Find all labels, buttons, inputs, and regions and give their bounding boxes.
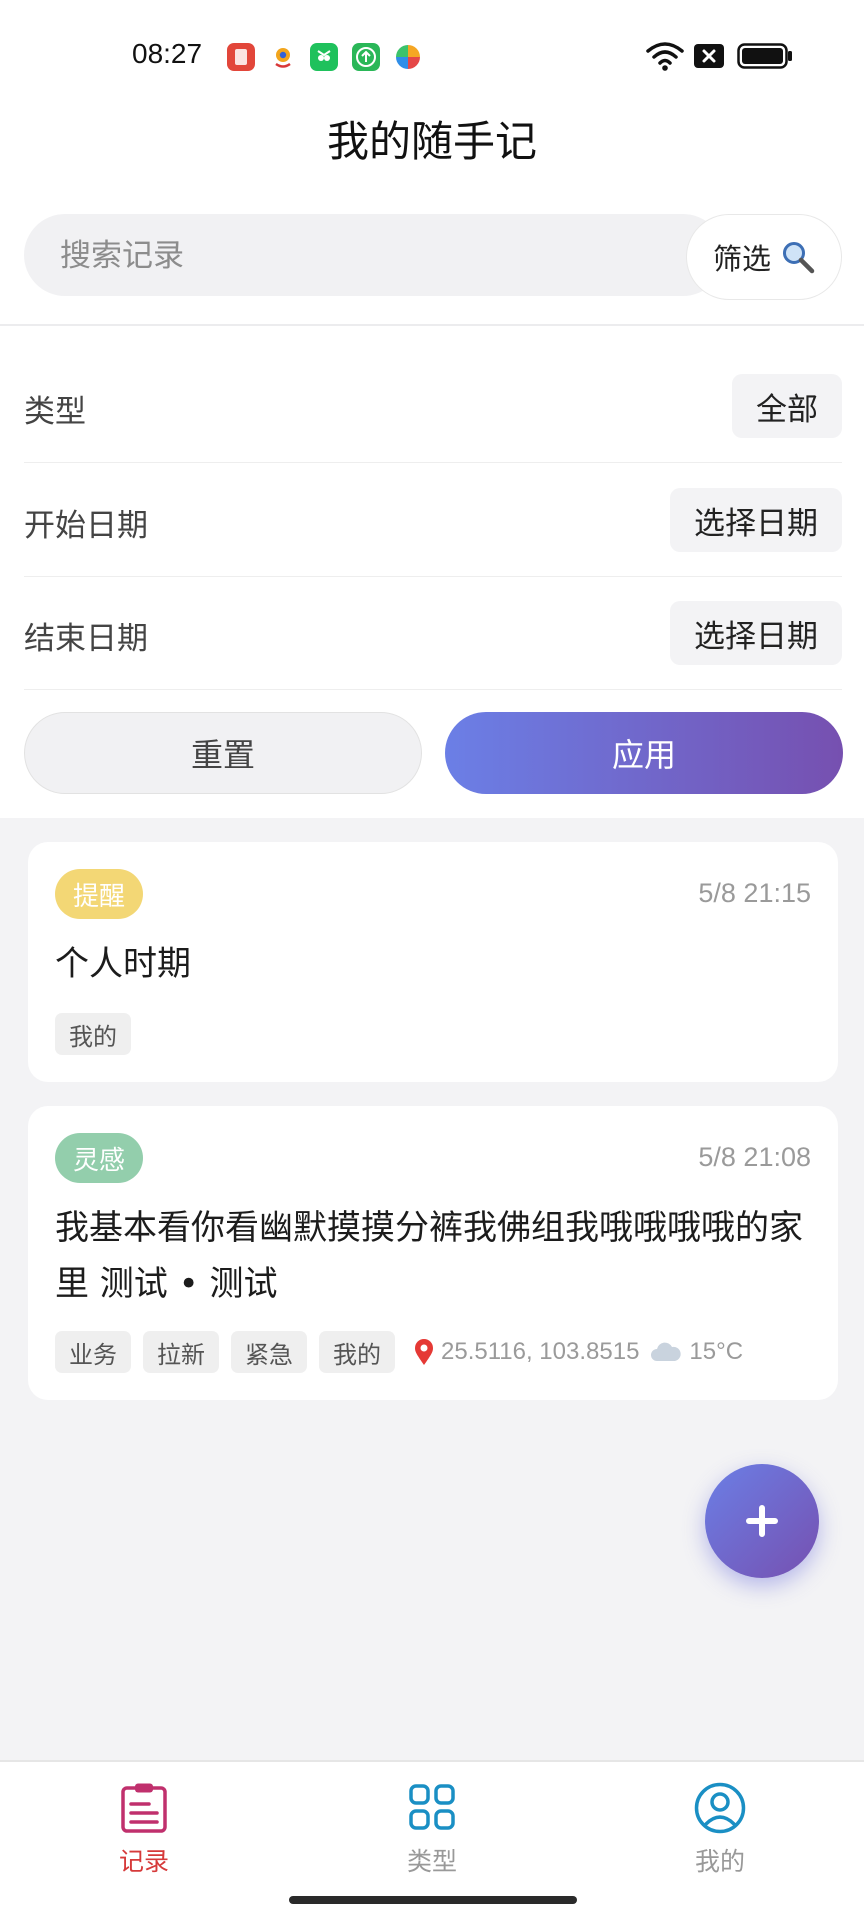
record-location: 25.5116, 103.8515 <box>441 1338 640 1365</box>
home-indicator[interactable] <box>289 1896 577 1904</box>
apply-button[interactable]: 应用 <box>445 712 843 794</box>
record-time: 5/8 21:08 <box>698 1142 811 1172</box>
search-icon <box>783 242 815 274</box>
pinwheel-app-icon <box>394 43 422 71</box>
row-divider <box>24 576 842 577</box>
record-tags: 我的 <box>55 1013 143 1055</box>
record-card[interactable]: 提醒 5/8 21:15 个人时期 我的 <box>28 842 838 1082</box>
row-divider <box>24 462 842 463</box>
add-record-button[interactable] <box>705 1464 819 1578</box>
filter-end-date-picker[interactable]: 选择日期 <box>670 601 842 665</box>
grid-icon <box>409 1784 455 1830</box>
tab-records[interactable]: 记录 <box>44 1782 244 1878</box>
plus-icon <box>746 1505 778 1537</box>
record-type-badge: 提醒 <box>55 869 144 919</box>
location-pin-icon <box>415 1339 433 1365</box>
filter-end-date-label: 结束日期 <box>24 621 148 657</box>
record-tag: 我的 <box>319 1331 395 1373</box>
filter-start-date-picker[interactable]: 选择日期 <box>670 488 842 552</box>
record-content: 我基本看你看幽默摸摸分裤我佛组我哦哦哦哦的家里 测试 • 测试 <box>55 1208 803 1304</box>
user-icon <box>694 1782 746 1834</box>
red-app-icon <box>227 43 255 71</box>
status-bar: 08:27 <box>0 0 864 110</box>
tab-types-label: 类型 <box>406 1847 457 1876</box>
tab-mine[interactable]: 我的 <box>620 1782 820 1878</box>
filter-button[interactable]: 筛选 <box>686 214 842 300</box>
filter-start-date-label: 开始日期 <box>24 508 148 544</box>
record-tag: 我的 <box>55 1013 131 1055</box>
filter-button-label: 筛选 <box>712 242 771 276</box>
sim-off-icon <box>694 44 724 68</box>
record-content: 个人时期 <box>55 944 191 984</box>
status-time: 08:27 <box>132 38 203 69</box>
record-tags: 业务 拉新 紧急 我的 25.5116, 103.8515 15°C <box>55 1331 743 1373</box>
record-time: 5/8 21:15 <box>698 878 811 908</box>
location-app-icon <box>269 43 297 71</box>
wifi-icon <box>646 42 684 71</box>
tab-types[interactable]: 类型 <box>332 1782 532 1878</box>
record-type-badge: 灵感 <box>55 1133 144 1183</box>
record-meta: 25.5116, 103.8515 15°C <box>413 1338 743 1366</box>
wechat-icon <box>310 43 338 71</box>
filter-divider <box>0 324 864 326</box>
reset-button[interactable]: 重置 <box>24 712 422 794</box>
filter-type-select[interactable]: 全部 <box>732 374 842 438</box>
search-input[interactable] <box>58 214 662 298</box>
record-weather: 15°C <box>689 1338 744 1365</box>
battery-icon <box>737 43 792 69</box>
record-tag: 业务 <box>55 1331 131 1373</box>
record-card[interactable]: 灵感 5/8 21:08 我基本看你看幽默摸摸分裤我佛组我哦哦哦哦的家里 测试 … <box>28 1106 838 1400</box>
filter-type-label: 类型 <box>24 394 86 430</box>
upload-app-icon <box>352 43 380 71</box>
cloud-icon <box>651 1342 682 1361</box>
clipboard-icon <box>121 1783 167 1833</box>
record-tag: 紧急 <box>231 1331 307 1373</box>
row-divider <box>24 689 842 690</box>
tab-records-label: 记录 <box>118 1847 169 1876</box>
tab-mine-label: 我的 <box>694 1847 745 1876</box>
record-tag: 拉新 <box>143 1331 219 1373</box>
page-title: 我的随手记 <box>326 117 537 166</box>
